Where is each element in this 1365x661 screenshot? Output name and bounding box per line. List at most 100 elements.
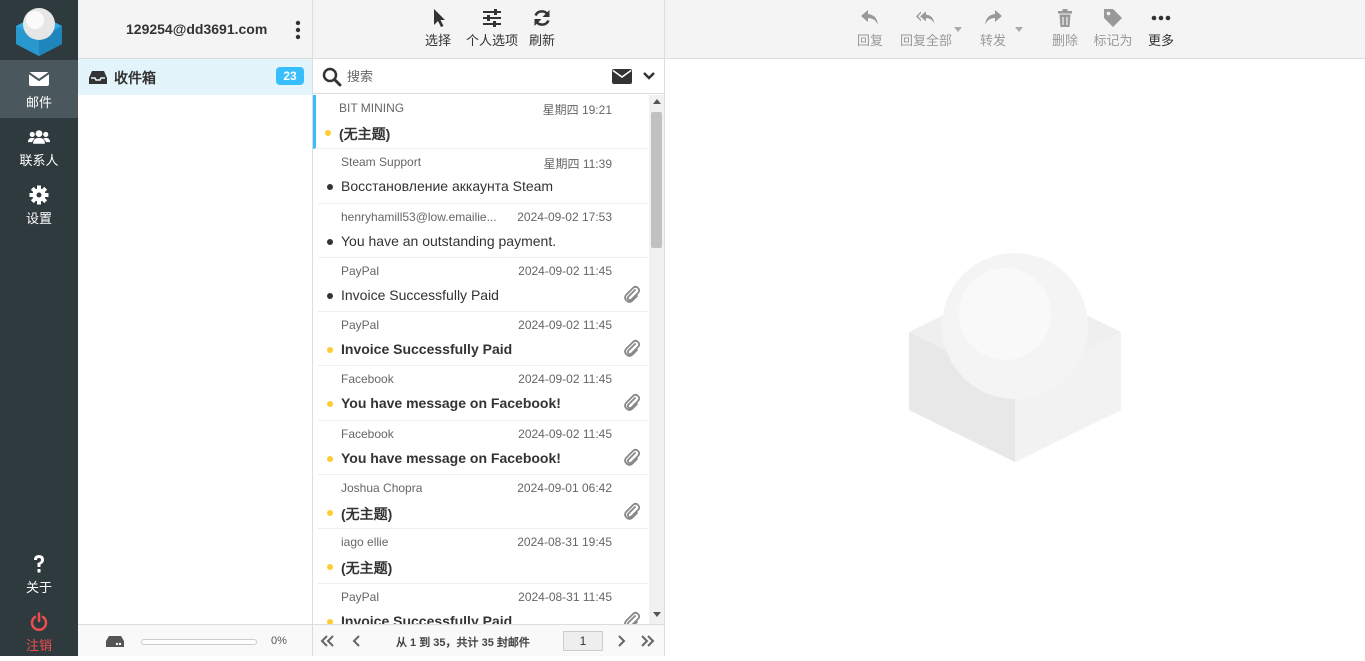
envelope-filter-icon[interactable] [612,69,632,84]
message-subject: You have message on Facebook! [341,395,561,412]
message-row[interactable]: PayPal 2024-09-02 11:45 Invoice Successful… [318,258,648,313]
message-subject: (无主题) [341,506,393,523]
message-row[interactable]: PayPal 2024-09-02 11:45 Invoice Successful… [318,312,648,367]
message-sender: iago ellie [341,535,389,550]
paperclip-icon [624,502,641,520]
forward-icon [985,10,1002,25]
reply-all-button[interactable]: 回复全部 [899,8,953,50]
message-toolbar: 回复 回复全部 转发 删除 标记为 更多 [665,0,1365,59]
nav-logout-label: 注销 [25,638,52,653]
message-subject: (无主题) [341,560,393,577]
tag-icon [1104,9,1122,27]
read-status-dot[interactable] [327,292,333,299]
reply-all-icon [916,11,935,24]
message-row[interactable]: Facebook 2024-09-02 11:45 You have message… [318,366,648,421]
message-row[interactable]: PayPal 2024-08-31 11:45 Invoice Successful… [318,584,648,624]
kebab-menu-icon[interactable] [295,20,301,40]
message-row[interactable]: BIT MINING 星期四 19:21 (无主题) [313,95,648,150]
quota-progress-bar [141,639,257,645]
reply-button[interactable]: 回复 [856,8,884,50]
select-label: 选择 [424,33,451,48]
message-list: BIT MINING 星期四 19:21 (无主题) Steam Support 星期四… [313,95,648,624]
next-page-icon[interactable] [613,633,629,649]
last-page-icon[interactable] [640,633,656,649]
read-status-dot[interactable] [327,184,333,191]
message-date: 2024-08-31 11:45 [518,589,612,604]
list-options-label: 个人选项 [465,33,518,48]
message-date: 星期四 11:39 [543,157,612,172]
refresh-button[interactable]: 刷新 [527,8,557,50]
forward-button[interactable]: 转发 [979,8,1007,50]
gear-icon [29,185,49,205]
scroll-down-arrow[interactable] [653,612,661,617]
unread-status-dot[interactable] [325,130,331,136]
message-date: 2024-09-02 11:45 [518,263,612,278]
page-number-input[interactable] [563,631,603,651]
reply-icon [861,10,878,25]
mark-as-button[interactable]: 标记为 [1093,8,1133,50]
unread-status-dot[interactable] [327,510,333,517]
folder-inbox[interactable]: 收件箱 23 [78,59,312,95]
forward-dropdown-icon[interactable] [1015,27,1023,32]
folder-panel: 129254@dd3691.com 收件箱 23 0% [78,0,313,656]
unread-status-dot[interactable] [327,564,333,571]
message-date: 2024-09-02 11:45 [518,318,612,333]
search-input[interactable] [347,65,597,87]
message-list-scrollbar[interactable] [649,95,664,624]
message-row[interactable]: Steam Support 星期四 11:39 Восстановление акк… [318,149,648,204]
paperclip-icon [624,285,641,303]
pagination-bar: 从 1 到 35，共计 35 封邮件 [313,624,664,656]
pagination-info: 从 1 到 35，共计 35 封邮件 [396,637,530,649]
message-subject: Восстановление аккаунта Steam [341,178,554,195]
message-subject: (无主题) [339,126,391,142]
unread-status-dot[interactable] [327,401,333,408]
unread-count-badge: 23 [276,67,304,85]
forward-label: 转发 [979,33,1006,48]
message-sender: PayPal [341,263,380,278]
message-sender: PayPal [341,589,380,604]
nav-mail-label: 邮件 [25,95,52,110]
reply-all-dropdown-icon[interactable] [954,27,962,32]
nav-about[interactable]: 关于 [0,545,78,603]
preview-panel: 回复 回复全部 转发 删除 标记为 更多 [665,0,1365,656]
reply-all-label: 回复全部 [899,33,952,48]
quota-indicator: 0% [78,624,312,656]
paperclip-icon [624,340,641,358]
roundcube-logo[interactable] [12,4,66,56]
message-list-panel: 选择 个人选项 刷新 搜索 BIT MINING 星期四 19:21 (无主题)… [313,0,665,656]
unread-status-dot[interactable] [327,455,333,462]
message-subject: Invoice Successfully Paid [341,612,513,624]
delete-button[interactable]: 删除 [1051,8,1079,50]
refresh-label: 刷新 [528,33,555,48]
more-button[interactable]: 更多 [1147,8,1175,50]
refresh-icon [534,10,550,26]
scroll-up-arrow[interactable] [653,99,661,104]
trash-icon [1058,9,1072,27]
ellipsis-icon [1151,15,1171,21]
chevron-down-icon[interactable] [643,71,655,81]
nav-contacts[interactable]: 联系人 [0,118,78,176]
unread-status-dot[interactable] [327,347,333,354]
nav-logout[interactable]: 注销 [0,603,78,661]
message-row[interactable]: iago ellie 2024-08-31 19:45 (无主题) [318,529,648,584]
sliders-icon [483,9,501,27]
message-date: 2024-09-01 06:42 [517,481,612,496]
message-row[interactable]: Facebook 2024-09-02 11:45 You have message… [318,421,648,476]
nav-settings[interactable]: 设置 [0,176,78,234]
nav-mail[interactable]: 邮件 [0,60,78,118]
message-row[interactable]: henryhamill53@low.emailie... 2024-09-02 1… [318,204,648,258]
scroll-thumb[interactable] [651,112,662,248]
paperclip-icon [624,448,641,466]
delete-label: 删除 [1051,33,1078,48]
list-options-button[interactable]: 个人选项 [465,8,519,50]
list-toolbar: 选择 个人选项 刷新 [313,0,664,59]
search-icon[interactable] [322,67,342,87]
message-sender: PayPal [341,318,380,333]
message-row[interactable]: Joshua Chopra 2024-09-01 06:42 (无主题) [318,475,648,530]
previous-page-icon[interactable] [349,633,365,649]
paperclip-icon [624,611,641,624]
read-status-dot[interactable] [327,238,333,245]
message-date: 2024-09-02 11:45 [518,372,612,387]
first-page-icon[interactable] [319,633,335,649]
select-button[interactable]: 选择 [423,8,453,50]
